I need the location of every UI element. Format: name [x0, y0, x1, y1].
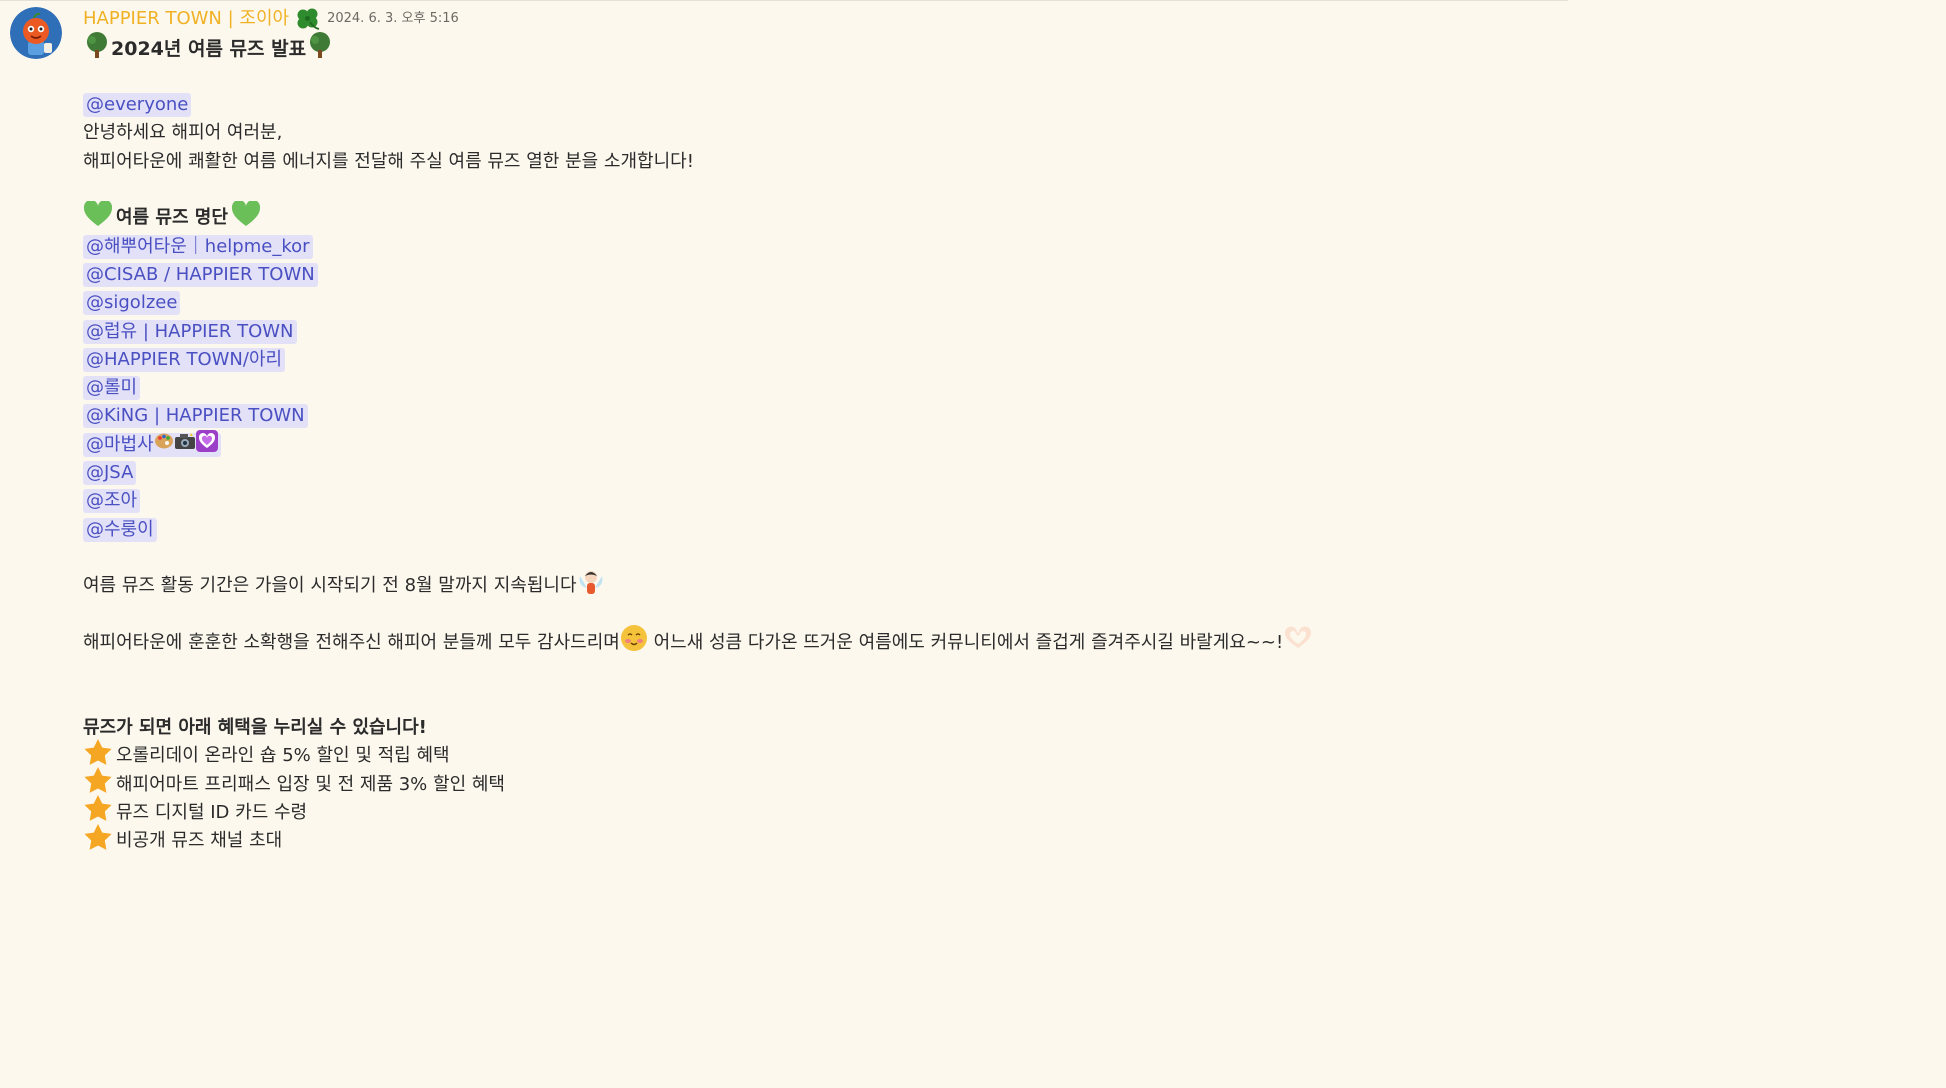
- muse-row: @해뿌어타운｜helpme_kor: [83, 232, 1543, 260]
- muse-row: @롤미: [83, 374, 1543, 402]
- thanks-row: 해피어타운에 훈훈한 소확행을 전해주신 해피어 분들께 모두 감사드리며 어느…: [83, 625, 1543, 659]
- muse-mention[interactable]: @sigolzee: [83, 291, 181, 316]
- message: HAPPIER TOWN | 조이아 2024. 6. 3. 오후 5:16 2…: [83, 4, 1543, 855]
- muse-mention[interactable]: @HAPPIER TOWN/아리: [83, 347, 286, 372]
- benefit-item: 오롤리데이 온라인 숍 5% 할인 및 적립 혜택: [83, 738, 1543, 770]
- muse-mention[interactable]: @JSA: [83, 461, 137, 485]
- benefit-text: 오롤리데이 온라인 숍 5% 할인 및 적립 혜택: [116, 745, 450, 767]
- green-heart-icon: [83, 199, 113, 236]
- muse-mention[interactable]: @KiNG | HAPPIER TOWN: [83, 404, 308, 429]
- muse-list-title: 여름 뮤즈 명단: [116, 207, 228, 229]
- benefit-item: 비공개 뮤즈 채널 초대: [83, 823, 1543, 855]
- muse-row: @수룽이: [83, 515, 1543, 543]
- divider: [0, 0, 1568, 1]
- muse-mention[interactable]: @럽유 | HAPPIER TOWN: [83, 319, 297, 344]
- greeting: 안녕하세요 해피어 여러분,: [83, 122, 283, 144]
- benefits-title: 뮤즈가 되면 아래 혜택을 누리실 수 있습니다!: [83, 716, 427, 738]
- muse-row: @JSA: [83, 459, 1543, 487]
- thanks-text-a: 해피어타운에 훈훈한 소확행을 전해주신 해피어 분들께 모두 감사드리며: [83, 631, 620, 653]
- benefit-text: 뮤즈 디지털 ID 카드 수령: [116, 801, 308, 823]
- intro-text: 해피어타운에 쾌활한 여름 에너지를 전달해 주실 여름 뮤즈 열한 분을 소개…: [83, 150, 694, 172]
- announcement-title: 2024년 여름 뮤즈 발표: [111, 38, 307, 60]
- muse-mention[interactable]: @조아: [83, 489, 141, 514]
- blushing-face-icon: [620, 624, 648, 661]
- avatar[interactable]: [10, 7, 62, 59]
- muse-list-title-row: 여름 뮤즈 명단: [83, 199, 1543, 232]
- tree-icon: [83, 31, 111, 68]
- heart-hands-icon: [1283, 626, 1313, 659]
- muse-mention[interactable]: @마법사: [83, 430, 221, 459]
- tree-icon: [306, 31, 334, 68]
- star-icon: [83, 823, 113, 860]
- benefit-item: 뮤즈 디지털 ID 카드 수령: [83, 795, 1543, 827]
- muse-row: @KiNG | HAPPIER TOWN: [83, 402, 1543, 430]
- clover-icon: [295, 7, 321, 31]
- muse-row: @HAPPIER TOWN/아리: [83, 346, 1543, 374]
- benefit-text: 비공개 뮤즈 채널 초대: [116, 830, 283, 852]
- author-name[interactable]: HAPPIER TOWN | 조이아: [83, 4, 289, 34]
- period-text: 여름 뮤즈 활동 기간은 가을이 시작되기 전 8월 말까지 지속됩니다: [83, 575, 577, 597]
- muse-row: @마법사: [83, 430, 1543, 459]
- muse-mention[interactable]: @수룽이: [83, 517, 157, 542]
- message-header: HAPPIER TOWN | 조이아 2024. 6. 3. 오후 5:16: [83, 4, 1543, 34]
- muse-mention[interactable]: @해뿌어타운｜helpme_kor: [83, 234, 313, 259]
- thanks-text-b: 어느새 성큼 다가온 뜨거운 여름에도 커뮤니티에서 즐겁게 즐겨주시길 바랄게…: [647, 631, 1284, 653]
- muse-row: @조아: [83, 487, 1543, 515]
- camera-flash-icon: [174, 432, 196, 457]
- muse-row: @럽유 | HAPPIER TOWN: [83, 317, 1543, 345]
- muse-mention[interactable]: @CISAB / HAPPIER TOWN: [83, 262, 318, 287]
- muse-row: @CISAB / HAPPIER TOWN: [83, 261, 1543, 289]
- muse-mention[interactable]: @롤미: [83, 376, 141, 401]
- heart-decoration-icon: [195, 430, 218, 459]
- fairy-icon: [577, 568, 605, 605]
- benefit-item: 해피어마트 프리패스 입장 및 전 제품 3% 할인 혜택: [83, 767, 1543, 799]
- period-row: 여름 뮤즈 활동 기간은 가을이 시작되기 전 8월 말까지 지속됩니다: [83, 570, 1543, 600]
- muse-name: @마법사: [86, 433, 154, 455]
- mention-everyone-row: @everyone: [83, 91, 1543, 119]
- benefit-text: 해피어마트 프리패스 입장 및 전 제품 3% 할인 혜택: [116, 773, 505, 795]
- muse-row: @sigolzee: [83, 289, 1543, 317]
- green-heart-icon: [231, 199, 261, 236]
- announcement-title-row: 2024년 여름 뮤즈 발표: [83, 31, 1543, 64]
- mention-everyone[interactable]: @everyone: [83, 93, 192, 118]
- timestamp: 2024. 6. 3. 오후 5:16: [327, 11, 459, 26]
- palette-icon: [154, 432, 174, 457]
